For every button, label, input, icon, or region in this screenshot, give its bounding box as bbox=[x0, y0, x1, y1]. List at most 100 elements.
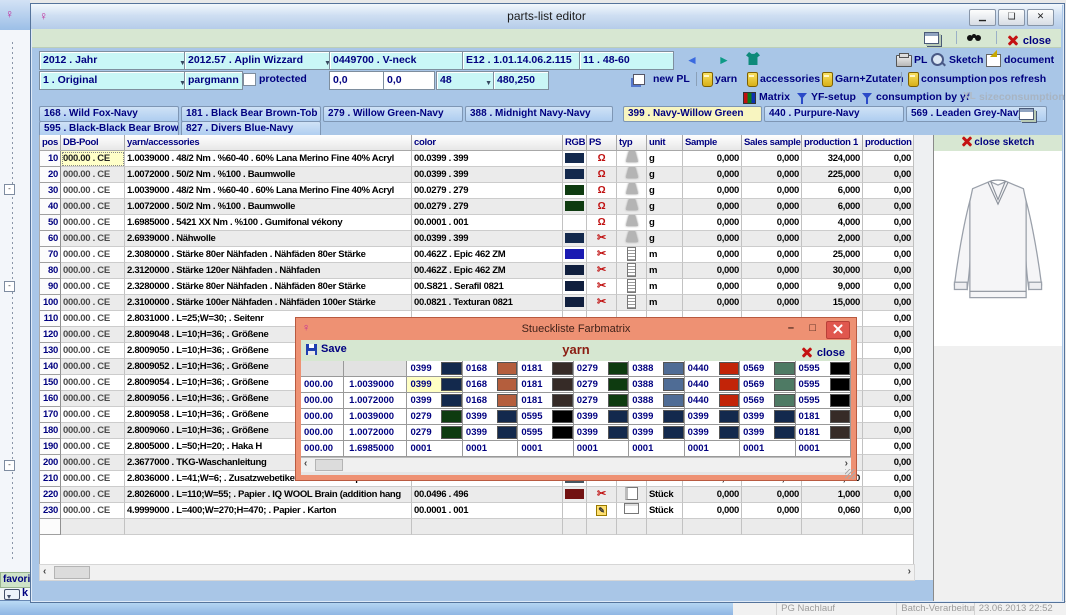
matrix-button[interactable]: Matrix bbox=[759, 90, 790, 105]
matrix-cell[interactable]: 0569 bbox=[740, 393, 795, 409]
pool-cell[interactable]: 000.00 bbox=[301, 409, 344, 425]
matrix-cell[interactable]: 0569 bbox=[740, 361, 795, 377]
pool-cell[interactable]: 000.00 bbox=[301, 393, 344, 409]
user-field[interactable]: pargmann bbox=[184, 71, 243, 90]
sketch-button[interactable]: Sketch bbox=[949, 53, 983, 68]
model-combo[interactable]: 2012.57 . Aplin Wizzard▼ bbox=[184, 51, 334, 70]
matrix-cell[interactable]: 0181 bbox=[518, 361, 573, 377]
column-header[interactable]: RGB bbox=[563, 135, 587, 151]
matrix-cell[interactable]: 0569 bbox=[740, 377, 795, 393]
matrix-cell[interactable]: 0399 bbox=[685, 425, 740, 441]
dialog-close-link[interactable]: close bbox=[802, 343, 845, 361]
matrix-cell[interactable]: 0595 bbox=[518, 425, 573, 441]
column-header[interactable]: typ bbox=[617, 135, 647, 151]
value1-field[interactable]: 0,0 bbox=[329, 71, 384, 90]
quality-field[interactable]: E12 . 1.01.14.06.2.115 bbox=[462, 51, 585, 70]
table-row[interactable]: 20000.00 . CE1.0072000 . 50/2 Nm . %100 … bbox=[40, 167, 914, 183]
next-arrow-icon[interactable]: ► bbox=[718, 53, 730, 67]
matrix-cell[interactable]: 0399 bbox=[629, 425, 684, 441]
matrix-cell[interactable]: 0181 bbox=[518, 377, 573, 393]
article-cell[interactable]: 1.6985000 bbox=[344, 441, 407, 457]
table-row[interactable]: 70000.00 . CE2.3080000 . Stärke 80er Näh… bbox=[40, 247, 914, 263]
matrix-cell[interactable]: 0388 bbox=[629, 377, 684, 393]
matrix-cell[interactable]: 0399 bbox=[574, 409, 629, 425]
magnifier-icon[interactable] bbox=[931, 53, 944, 66]
dialog-minimize-button[interactable]: – bbox=[788, 322, 794, 334]
matrix-cell[interactable]: 0168 bbox=[463, 393, 518, 409]
new-pl-button[interactable]: new PL bbox=[653, 72, 690, 87]
form-icon[interactable] bbox=[1019, 108, 1034, 120]
matrix-cell[interactable]: 0440 bbox=[685, 377, 740, 393]
matrix-cell[interactable]: 0001 bbox=[463, 441, 518, 457]
printer-icon[interactable] bbox=[896, 55, 912, 67]
table-row[interactable]: 80000.00 . CE2.3120000 . Stärke 120er Nä… bbox=[40, 263, 914, 279]
table-row[interactable]: 50000.00 . CE1.6985000 . 5421 XX Nm . %1… bbox=[40, 215, 914, 231]
matrix-cell[interactable]: 0595 bbox=[796, 361, 851, 377]
matrix-cell[interactable]: 0279 bbox=[407, 409, 462, 425]
matrix-cell[interactable]: 0440 bbox=[685, 361, 740, 377]
scroll-right-icon[interactable]: › bbox=[908, 565, 911, 578]
close-sketch-button[interactable]: close sketch bbox=[934, 135, 1062, 151]
scrollbar-thumb[interactable] bbox=[315, 459, 343, 471]
dialog-maximize-button[interactable]: □ bbox=[809, 322, 816, 334]
pos-refresh-button[interactable]: pos refresh bbox=[989, 72, 1046, 87]
matrix-cell[interactable]: 0399 bbox=[685, 409, 740, 425]
matrix-cell[interactable]: 0399 bbox=[740, 425, 795, 441]
matrix-cell[interactable]: 0399 bbox=[407, 377, 462, 393]
tab-colorway[interactable]: 279 . Willow Green-Navy bbox=[323, 106, 463, 122]
value2-field[interactable]: 0,0 bbox=[383, 71, 435, 90]
matrix-cell[interactable]: 0595 bbox=[518, 409, 573, 425]
garn-zutaten-button[interactable]: Garn+Zutaten bbox=[835, 72, 904, 87]
column-header[interactable]: Sample bbox=[683, 135, 742, 151]
matrix-cell[interactable]: 0388 bbox=[629, 361, 684, 377]
table-row[interactable]: 90000.00 . CE2.3280000 . Stärke 80er Näh… bbox=[40, 279, 914, 295]
table-row[interactable]: 30000.00 . CE1.0039000 . 48/2 Nm . %60-4… bbox=[40, 183, 914, 199]
prev-arrow-icon[interactable]: ◄ bbox=[686, 53, 698, 67]
column-header[interactable]: DB-Pool bbox=[61, 135, 125, 151]
amount-field[interactable]: 480,250 bbox=[493, 71, 549, 90]
accessories-button[interactable]: accessories bbox=[760, 72, 820, 87]
document-button[interactable]: document bbox=[1004, 53, 1054, 68]
table-row[interactable]: 60000.00 . CE2.6939000 . Nähwolle00.0399… bbox=[40, 231, 914, 247]
matrix-cell[interactable]: 0399 bbox=[740, 409, 795, 425]
resize-grip[interactable] bbox=[845, 469, 855, 479]
matrix-cell[interactable]: 0399 bbox=[629, 409, 684, 425]
size-combo[interactable]: 48▼ bbox=[436, 71, 495, 90]
matrix-cell[interactable]: 0168 bbox=[463, 377, 518, 393]
scrollbar-thumb[interactable] bbox=[54, 566, 90, 579]
column-header[interactable]: Sales sample bbox=[742, 135, 802, 151]
article-cell[interactable]: 1.0072000 bbox=[344, 425, 407, 441]
table-row[interactable]: 230000.00 . CE4.9999000 . L=400;W=270;H=… bbox=[40, 503, 914, 519]
table-row[interactable]: 100000.00 . CE2.3100000 . Stärke 100er N… bbox=[40, 295, 914, 311]
tree-expand-icon[interactable]: - bbox=[4, 184, 15, 195]
new-pl-icon[interactable] bbox=[633, 74, 645, 85]
column-header[interactable]: production 1 bbox=[802, 135, 863, 151]
year-combo[interactable]: 2012 . Jahr▼ bbox=[39, 51, 189, 70]
dialog-titlebar[interactable]: ♀ Stueckliste Farbmatrix – □ bbox=[296, 318, 856, 340]
tab-colorway[interactable]: 168 . Wild Fox-Navy bbox=[39, 106, 179, 122]
document-icon[interactable] bbox=[986, 54, 1001, 67]
close-editor-button[interactable]: close bbox=[1008, 31, 1051, 49]
matrix-cell[interactable]: 0001 bbox=[574, 441, 629, 457]
tab-colorway[interactable]: 440 . Purpure-Navy bbox=[764, 106, 904, 122]
sizes-field[interactable]: 11 . 48-60 bbox=[579, 51, 674, 70]
pool-cell[interactable]: 000.00 bbox=[301, 377, 344, 393]
matrix-cell[interactable]: 0168 bbox=[463, 361, 518, 377]
matrix-cell[interactable]: 0388 bbox=[629, 393, 684, 409]
column-header[interactable]: yarn/accessories bbox=[125, 135, 412, 151]
matrix-cell[interactable]: 0279 bbox=[574, 377, 629, 393]
matrix-cell[interactable]: 0399 bbox=[574, 425, 629, 441]
column-header[interactable]: color bbox=[412, 135, 563, 151]
tree-expand-icon[interactable]: - bbox=[4, 460, 15, 471]
matrix-cell[interactable]: 0279 bbox=[574, 393, 629, 409]
protected-checkbox[interactable] bbox=[243, 73, 256, 86]
form-icon[interactable] bbox=[924, 32, 939, 44]
tree-expand-icon[interactable]: - bbox=[4, 281, 15, 292]
matrix-cell[interactable]: 0181 bbox=[796, 425, 851, 441]
matrix-cell[interactable]: 0399 bbox=[407, 361, 462, 377]
matrix-cell[interactable]: 0595 bbox=[796, 393, 851, 409]
column-header[interactable]: pos bbox=[40, 135, 61, 151]
tab-colorway[interactable]: 181 . Black Bear Brown-Tob bbox=[181, 106, 321, 122]
favorites-label[interactable]: favorit bbox=[0, 572, 34, 588]
matrix-cell[interactable]: 0399 bbox=[463, 409, 518, 425]
